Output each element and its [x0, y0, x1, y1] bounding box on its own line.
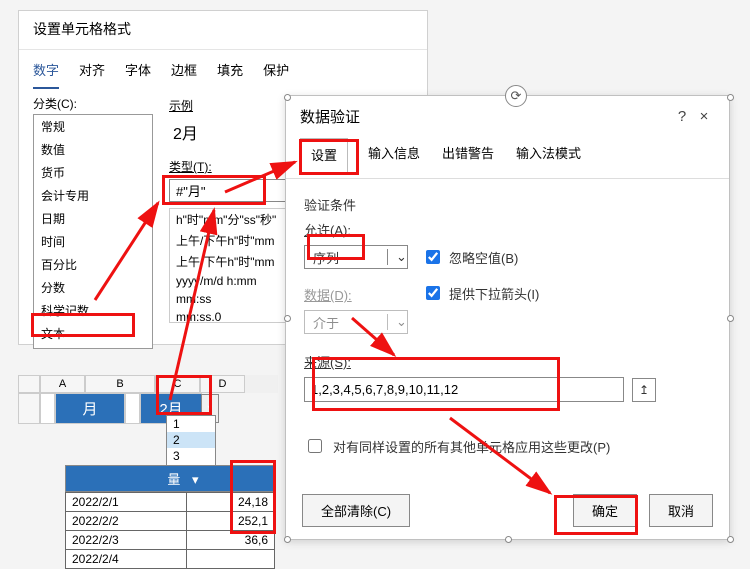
tab-settings[interactable]: 设置: [300, 138, 348, 173]
chevron-down-icon: ⌄: [387, 314, 407, 330]
tab-input-message[interactable]: 输入信息: [366, 137, 422, 172]
cell[interactable]: 2022/2/3: [66, 531, 187, 550]
allow-label: 允许(A):: [304, 220, 711, 239]
worksheet-fragment: A B C D 月 2月: [18, 375, 278, 424]
category-list[interactable]: 常规 数值 货币 会计专用 日期 时间 百分比 分数 科学记数 文本 特殊 自定…: [33, 114, 153, 349]
col-header[interactable]: B: [85, 375, 155, 393]
data-combobox: 介于 ⌄: [304, 310, 408, 334]
list-item[interactable]: 货币: [34, 161, 152, 184]
dv-title: 数据验证: [300, 106, 360, 127]
column-headers: A B C D: [18, 375, 278, 393]
format-cells-title: 设置单元格格式: [19, 11, 427, 50]
list-item[interactable]: 分数: [34, 276, 152, 299]
list-item[interactable]: 科学记数: [34, 299, 152, 322]
source-input[interactable]: [304, 377, 624, 402]
cell[interactable]: [125, 393, 140, 424]
list-item[interactable]: 数值: [34, 138, 152, 161]
checkbox-input[interactable]: [426, 286, 440, 300]
cell[interactable]: 2022/2/1: [66, 493, 187, 512]
allow-value: 序列: [305, 248, 347, 267]
cell[interactable]: 24,18: [187, 493, 275, 512]
dialog-buttons: 全部清除(C) 确定 取消: [286, 494, 729, 527]
data-table: 量 ▾ 2022/2/124,18 2022/2/2252,1 2022/2/3…: [65, 465, 275, 569]
table-row: 2022/2/124,18: [66, 493, 275, 512]
rotate-handle-icon[interactable]: ⟳: [505, 85, 527, 107]
col-header[interactable]: A: [40, 375, 85, 393]
tab-font[interactable]: 字体: [125, 56, 151, 89]
ignore-blank-checkbox[interactable]: 忽略空值(B): [422, 247, 518, 267]
tab-error-alert[interactable]: 出错警告: [440, 137, 496, 172]
list-item[interactable]: 1: [167, 416, 215, 432]
in-cell-dropdown-checkbox[interactable]: 提供下拉箭头(I): [422, 283, 539, 303]
data-value: 介于: [305, 313, 347, 332]
col-header[interactable]: C: [155, 375, 200, 393]
tab-border[interactable]: 边框: [171, 56, 197, 89]
list-item[interactable]: 特殊: [34, 345, 152, 349]
chevron-down-icon: ⌄: [387, 249, 407, 265]
tab-alignment[interactable]: 对齐: [79, 56, 105, 89]
col-header[interactable]: D: [200, 375, 245, 393]
clear-all-button[interactable]: 全部清除(C): [302, 494, 410, 527]
cell[interactable]: 36,6: [187, 531, 275, 550]
cell[interactable]: 252,1: [187, 512, 275, 531]
help-icon[interactable]: ?: [671, 108, 693, 125]
data-validation-dialog: 数据验证 ? × 设置 输入信息 出错警告 输入法模式 验证条件 允许(A): …: [285, 95, 730, 540]
corner-cell[interactable]: [18, 375, 40, 393]
ok-button[interactable]: 确定: [573, 494, 637, 527]
data-label: 数据(D):: [304, 285, 408, 304]
cell[interactable]: 2022/2/2: [66, 512, 187, 531]
list-item[interactable]: 常规: [34, 115, 152, 138]
list-item[interactable]: 日期: [34, 207, 152, 230]
close-icon[interactable]: ×: [693, 108, 715, 125]
list-item[interactable]: 3: [167, 448, 215, 464]
dv-tabs: 设置 输入信息 出错警告 输入法模式: [286, 137, 729, 179]
apply-all-checkbox[interactable]: [308, 439, 322, 453]
tab-number[interactable]: 数字: [33, 56, 59, 89]
cancel-button[interactable]: 取消: [649, 494, 713, 527]
list-item-selected[interactable]: 2: [167, 432, 215, 448]
row-header[interactable]: [18, 393, 40, 424]
cell[interactable]: [187, 550, 275, 569]
tab-ime-mode[interactable]: 输入法模式: [514, 137, 583, 172]
tab-protection[interactable]: 保护: [263, 56, 289, 89]
criteria-label: 验证条件: [304, 195, 711, 214]
format-cells-tabs: 数字 对齐 字体 边框 填充 保护: [19, 50, 427, 89]
values-header[interactable]: 量 ▾: [65, 465, 275, 492]
checkbox-label: 忽略空值(B): [449, 248, 518, 267]
category-label: 分类(C):: [33, 95, 153, 112]
month-header-cell[interactable]: 月: [55, 393, 125, 424]
cell[interactable]: 2022/2/4: [66, 550, 187, 569]
table-row: 2022/2/336,6: [66, 531, 275, 550]
checkbox-label: 提供下拉箭头(I): [449, 284, 539, 303]
list-item[interactable]: 会计专用: [34, 184, 152, 207]
range-picker-icon[interactable]: ↥: [632, 378, 656, 402]
list-item[interactable]: 时间: [34, 230, 152, 253]
table-row: 2022/2/4: [66, 550, 275, 569]
source-label: 来源(S):: [304, 352, 711, 371]
list-item[interactable]: 百分比: [34, 253, 152, 276]
allow-combobox[interactable]: 序列 ⌄: [304, 245, 408, 269]
apply-all-label: 对有同样设置的所有其他单元格应用这些更改(P): [333, 437, 610, 456]
tab-fill[interactable]: 填充: [217, 56, 243, 89]
checkbox-input[interactable]: [426, 250, 440, 264]
cell[interactable]: [40, 393, 55, 424]
list-item[interactable]: 文本: [34, 322, 152, 345]
table-row: 2022/2/2252,1: [66, 512, 275, 531]
